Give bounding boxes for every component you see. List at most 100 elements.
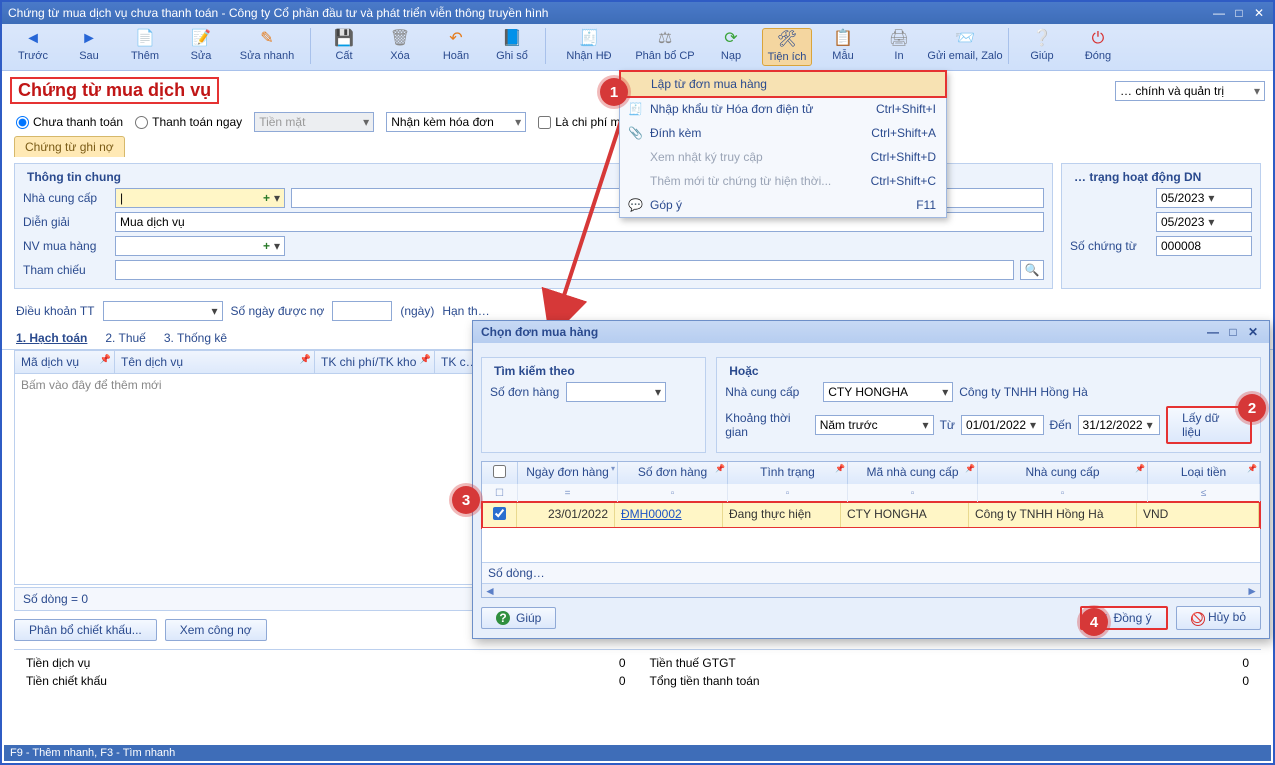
ref-label: Tham chiếu bbox=[23, 263, 109, 277]
desc-label: Diễn giải bbox=[23, 215, 109, 229]
chevron-down-icon: ▾ bbox=[655, 385, 661, 399]
col-expense-acct[interactable]: TK chi phí/TK kho📌 bbox=[315, 351, 435, 373]
next-button[interactable]: ►Sau bbox=[64, 28, 114, 64]
search-fieldset: Tìm kiếm theo Số đơn hàng▾ bbox=[481, 357, 706, 453]
debit-voucher-tab[interactable]: Chứng từ ghi nợ bbox=[14, 136, 125, 157]
pin-icon: 📌 bbox=[965, 464, 975, 473]
chevron-down-icon: ▾ bbox=[363, 115, 369, 129]
or-fieldset: Hoặc Nhà cung cấp CTY HONGHA▾ Công ty TN… bbox=[716, 357, 1261, 453]
to-date-input[interactable]: 31/12/2022▾ bbox=[1078, 415, 1161, 435]
tab-stats[interactable]: 3. Thống kê bbox=[162, 327, 229, 349]
close-icon[interactable]: ✕ bbox=[1245, 325, 1261, 339]
supplier-code-input[interactable]: |+▾ bbox=[115, 188, 285, 208]
col-service-name[interactable]: Tên dịch vụ📌 bbox=[115, 351, 315, 373]
undo-button[interactable]: ↶Hoãn bbox=[431, 28, 481, 64]
template-button[interactable]: 📋Mẫu bbox=[818, 28, 868, 64]
col-sup[interactable]: Nhà cung cấp📌 bbox=[978, 462, 1148, 484]
ref-input[interactable] bbox=[115, 260, 1014, 280]
view-debt-button[interactable]: Xem công nợ bbox=[165, 619, 267, 641]
unpaid-radio[interactable]: Chưa thanh toán bbox=[16, 115, 123, 129]
or-legend: Hoặc bbox=[725, 364, 762, 378]
receive-invoice-button[interactable]: 🧾Nhận HĐ bbox=[554, 28, 624, 64]
help-icon: ❔ bbox=[1032, 30, 1052, 48]
alloc-cost-button[interactable]: ⚖Phân bổ CP bbox=[630, 28, 700, 64]
arrow-right-icon[interactable]: ► bbox=[1246, 584, 1258, 597]
annotation-badge-4: 4 bbox=[1080, 608, 1108, 636]
doc-no-input[interactable]: 000008 bbox=[1156, 236, 1252, 256]
menu-import-einvoice[interactable]: 🧾Nhập khẩu từ Hóa đơn điện tửCtrl+Shift+… bbox=[620, 97, 946, 121]
date1-input[interactable]: 05/2023▾ bbox=[1156, 188, 1252, 208]
paid-now-radio[interactable]: Thanh toán ngay bbox=[135, 115, 242, 129]
maximize-icon[interactable]: □ bbox=[1231, 6, 1247, 20]
po-grid-filter-row[interactable]: ☐ = ▫ ▫ ▫ ▫ ≤ bbox=[482, 484, 1260, 502]
chat-icon: 💬 bbox=[628, 198, 643, 212]
edit-button[interactable]: 📝Sửa bbox=[176, 28, 226, 64]
period-combo[interactable]: Năm trước▾ bbox=[815, 415, 934, 435]
view-mode-combo[interactable]: … chính và quản trị▾ bbox=[1115, 81, 1265, 101]
add-icon[interactable]: + bbox=[263, 239, 270, 253]
col-service-code[interactable]: Mã dịch vụ📌 bbox=[15, 351, 115, 373]
col-curr[interactable]: Loại tiền📌 bbox=[1148, 462, 1260, 484]
cell-sup: Công ty TNHH Hồng Hà bbox=[969, 503, 1137, 527]
receive-invoice-combo[interactable]: Nhận kèm hóa đơn▾ bbox=[386, 112, 526, 132]
chevron-down-icon: ▾ bbox=[515, 115, 521, 129]
menu-create-from-po[interactable]: Lập từ đơn mua hàng bbox=[619, 70, 947, 98]
date2-input[interactable]: 05/2023▾ bbox=[1156, 212, 1252, 232]
annotation-badge-2: 2 bbox=[1238, 394, 1266, 422]
dlg-cancel-button[interactable]: 🚫 Hủy bỏ bbox=[1176, 606, 1261, 630]
col-status[interactable]: Tình trạng📌 bbox=[728, 462, 848, 484]
pin-icon: 📌 bbox=[715, 464, 725, 473]
utility-button[interactable]: 🛠Tiện ích bbox=[762, 28, 812, 66]
minimize-icon[interactable]: — bbox=[1211, 6, 1227, 20]
arrow-left-icon[interactable]: ◄ bbox=[484, 584, 496, 597]
print-button[interactable]: 🖨In bbox=[874, 28, 924, 64]
from-date-input[interactable]: 01/01/2022▾ bbox=[961, 415, 1044, 435]
terms-combo[interactable]: ▾ bbox=[103, 301, 223, 321]
load-button[interactable]: ⟳Nạp bbox=[706, 28, 756, 64]
col-supcode[interactable]: Mã nhà cung cấp📌 bbox=[848, 462, 978, 484]
close-button[interactable]: ⏻Đóng bbox=[1073, 28, 1123, 64]
buyer-input[interactable]: +▾ bbox=[115, 236, 285, 256]
from-label: Từ bbox=[940, 418, 955, 432]
post-button[interactable]: 📘Ghi sổ bbox=[487, 28, 537, 64]
tab-tax[interactable]: 2. Thuế bbox=[103, 327, 147, 349]
add-button[interactable]: 📄Thêm bbox=[120, 28, 170, 64]
col-date[interactable]: Ngày đơn hàng▾ bbox=[518, 462, 618, 484]
add-icon[interactable]: + bbox=[263, 191, 270, 205]
menu-feedback[interactable]: 💬Góp ýF11 bbox=[620, 193, 946, 217]
close-icon[interactable]: ✕ bbox=[1251, 6, 1267, 20]
separator bbox=[310, 28, 311, 64]
help-button[interactable]: ❔Giúp bbox=[1017, 28, 1067, 64]
tab-posting[interactable]: 11. Hạch toán. Hạch toán bbox=[14, 327, 89, 349]
send-button[interactable]: 📨Gửi email, Zalo bbox=[930, 28, 1000, 64]
po-no-input[interactable]: ▾ bbox=[566, 382, 666, 402]
template-icon: 📋 bbox=[833, 30, 853, 48]
quickedit-button[interactable]: ✎Sửa nhanh bbox=[232, 28, 302, 64]
separator bbox=[1008, 28, 1009, 64]
days-input[interactable] bbox=[332, 301, 392, 321]
svc-label: Tiền dịch vụ bbox=[26, 656, 90, 670]
dlg-supplier-combo[interactable]: CTY HONGHA▾ bbox=[823, 382, 953, 402]
po-row[interactable]: 23/01/2022 ĐMH00002 Đang thực hiện CTY H… bbox=[481, 501, 1261, 529]
row-check[interactable] bbox=[493, 507, 506, 520]
ref-search-button[interactable]: 🔍 bbox=[1020, 260, 1044, 280]
delete-button[interactable]: 🗑Xóa bbox=[375, 28, 425, 64]
pin-icon: 📌 bbox=[1247, 464, 1257, 473]
cancel-icon: 🚫 bbox=[1191, 612, 1205, 626]
maximize-icon[interactable]: □ bbox=[1225, 325, 1241, 339]
save-button[interactable]: 💾Cất bbox=[319, 28, 369, 64]
send-icon: 📨 bbox=[955, 30, 975, 48]
col-no[interactable]: Số đơn hàng📌 bbox=[618, 462, 728, 484]
cell-no[interactable]: ĐMH00002 bbox=[615, 503, 723, 527]
due-label: Hạn th… bbox=[442, 304, 489, 318]
po-grid-scrollbar[interactable]: ◄► bbox=[482, 583, 1260, 597]
col-check[interactable] bbox=[482, 462, 518, 484]
alloc-discount-button[interactable]: Phân bổ chiết khấu... bbox=[14, 619, 157, 641]
cell-date: 23/01/2022 bbox=[517, 503, 615, 527]
prev-button[interactable]: ◄Trước bbox=[8, 28, 58, 64]
svc-val: 0 bbox=[619, 656, 626, 670]
paperclip-icon: 📎 bbox=[628, 126, 643, 140]
dlg-help-button[interactable]: ?Giúp bbox=[481, 607, 556, 629]
menu-attach[interactable]: 📎Đính kèmCtrl+Shift+A bbox=[620, 121, 946, 145]
minimize-icon[interactable]: — bbox=[1205, 325, 1221, 339]
